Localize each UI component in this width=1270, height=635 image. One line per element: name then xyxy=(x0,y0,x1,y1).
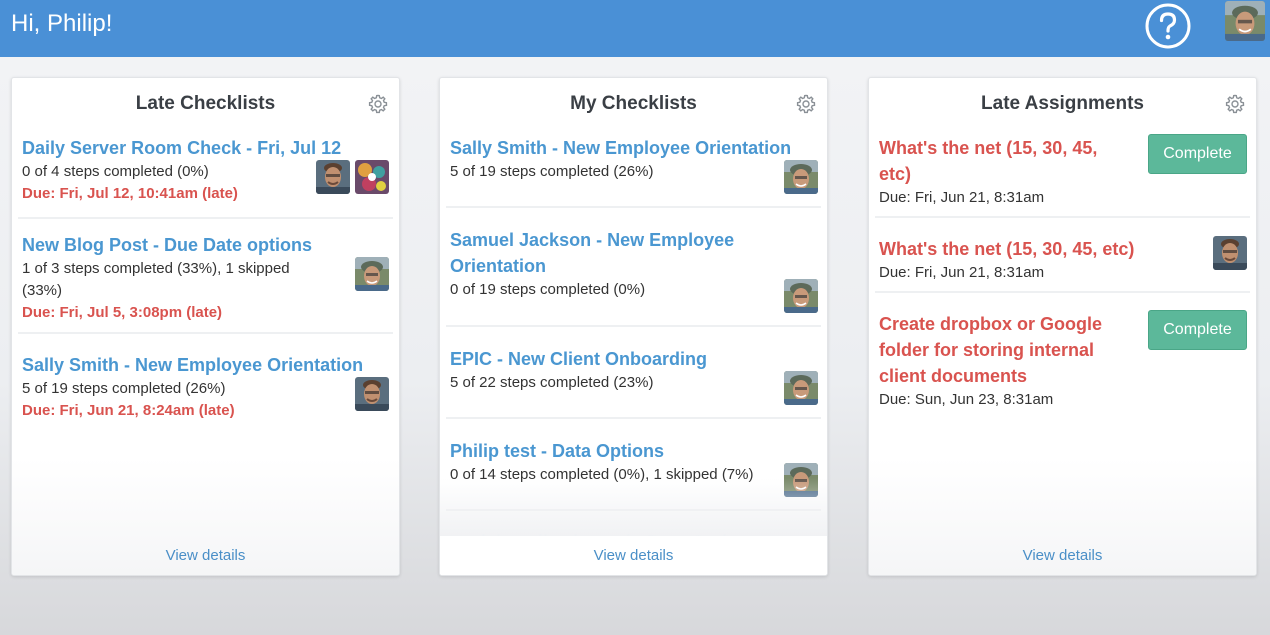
progress-text: 1 of 3 steps completed (33%), 1 skipped … xyxy=(22,260,290,299)
top-bar: Hi, Philip! xyxy=(0,0,1270,57)
question-circle-icon[interactable] xyxy=(1145,3,1191,49)
due-date: Due: Fri, Jun 21, 8:31am xyxy=(879,189,1045,206)
checklist-link[interactable]: Daily Server Room Check - Fri, Jul 12 xyxy=(22,135,389,161)
checklist-link[interactable]: Samuel Jackson - New Employee Orientatio… xyxy=(450,227,770,279)
avatar xyxy=(355,257,389,291)
avatar xyxy=(316,160,350,194)
checklist-link[interactable]: New Blog Post - Due Date options xyxy=(22,232,389,258)
divider xyxy=(446,206,821,208)
gear-icon[interactable] xyxy=(368,94,388,114)
assignment-link[interactable]: What's the net (15, 30, 45, etc) xyxy=(879,135,1129,187)
assignment-link[interactable]: What's the net (15, 30, 45, etc) xyxy=(879,236,1246,262)
list-item: EPIC - New Client Onboarding 5 of 22 ste… xyxy=(450,346,817,394)
view-details-link[interactable]: View details xyxy=(12,547,399,564)
due-date: Due: Fri, Jun 21, 8:31am xyxy=(879,264,1045,281)
list-item: Sally Smith - New Employee Orientation 5… xyxy=(450,135,817,183)
complete-button[interactable]: Complete xyxy=(1148,310,1247,350)
avatar xyxy=(784,371,818,405)
assignment-link[interactable]: Create dropbox or Google folder for stor… xyxy=(879,311,1129,389)
panel-title: Late Checklists xyxy=(135,93,276,114)
list-item: Samuel Jackson - New Employee Orientatio… xyxy=(450,227,817,301)
divider xyxy=(18,332,393,334)
checklist-link[interactable]: EPIC - New Client Onboarding xyxy=(450,346,817,372)
due-date: Due: Fri, Jun 21, 8:24am (late) xyxy=(22,402,235,419)
avatar xyxy=(784,160,818,194)
avatar xyxy=(784,279,818,313)
panel-fade xyxy=(440,478,827,536)
list-item: What's the net (15, 30, 45, etc) Due: Fr… xyxy=(879,236,1246,284)
list-item: Daily Server Room Check - Fri, Jul 12 0 … xyxy=(22,135,389,205)
due-date: Due: Sun, Jun 23, 8:31am xyxy=(879,391,1054,408)
checklist-link[interactable]: Sally Smith - New Employee Orientation xyxy=(22,352,389,378)
due-date: Due: Fri, Jul 5, 3:08pm (late) xyxy=(22,304,223,321)
divider xyxy=(446,417,821,419)
greeting: Hi, Philip! xyxy=(11,10,113,37)
progress-text: 5 of 22 steps completed (23%) xyxy=(450,374,654,391)
avatar xyxy=(784,463,818,497)
view-details-link[interactable]: View details xyxy=(440,547,827,564)
list-item: Philip test - Data Options 0 of 14 steps… xyxy=(450,438,817,486)
progress-text: 5 of 19 steps completed (26%) xyxy=(22,380,226,397)
checklist-link[interactable]: Philip test - Data Options xyxy=(450,438,817,464)
avatar xyxy=(355,160,389,194)
late-checklists-panel: Late Checklists Daily Server Room Check … xyxy=(11,77,400,576)
divider xyxy=(18,217,393,219)
avatar xyxy=(355,377,389,411)
list-item: Sally Smith - New Employee Orientation 5… xyxy=(22,352,389,422)
complete-button[interactable]: Complete xyxy=(1148,134,1247,174)
avatar xyxy=(1213,236,1247,270)
progress-text: 0 of 14 steps completed (0%), 1 skipped … xyxy=(450,466,754,483)
my-checklists-panel: My Checklists Sally Smith - New Employee… xyxy=(439,77,828,576)
progress-text: 0 of 19 steps completed (0%) xyxy=(450,281,646,298)
list-item: New Blog Post - Due Date options 1 of 3 … xyxy=(22,232,389,324)
late-assignments-panel: Late Assignments What's the net (15, 30,… xyxy=(868,77,1257,576)
user-avatar[interactable] xyxy=(1225,1,1265,41)
progress-text: 5 of 19 steps completed (26%) xyxy=(450,163,654,180)
divider xyxy=(875,291,1250,293)
divider xyxy=(446,325,821,327)
checklist-link[interactable]: Sally Smith - New Employee Orientation xyxy=(450,135,817,161)
view-details-link[interactable]: View details xyxy=(869,547,1256,564)
gear-icon[interactable] xyxy=(796,94,816,114)
panel-title: Late Assignments xyxy=(981,93,1144,114)
panel-title: My Checklists xyxy=(570,93,697,114)
gear-icon[interactable] xyxy=(1225,94,1245,114)
divider xyxy=(446,509,821,511)
divider xyxy=(875,216,1250,218)
